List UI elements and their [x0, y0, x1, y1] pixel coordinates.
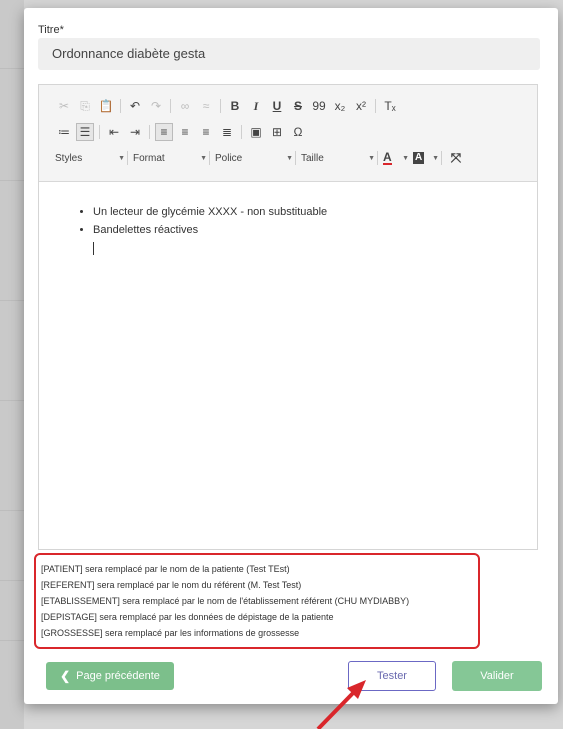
arrow-shaft [316, 688, 358, 729]
annotation-arrow [316, 680, 366, 729]
